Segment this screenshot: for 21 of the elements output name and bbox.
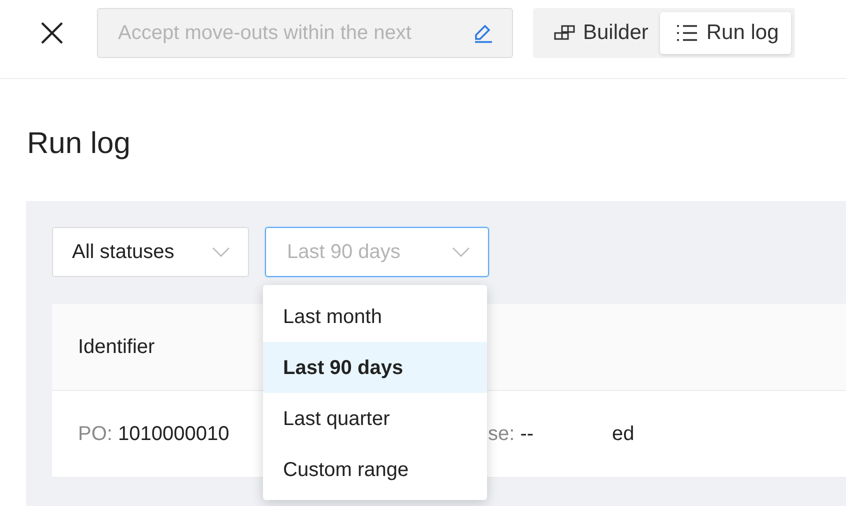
title-field[interactable]: Accept move-outs within the next — [116, 17, 472, 49]
view-tab[interactable]: Builder — [537, 12, 660, 54]
table-cell: se: -- — [488, 423, 534, 445]
page-title: Run log — [27, 126, 132, 162]
menu-option[interactable]: Custom range — [263, 444, 487, 495]
menu-option[interactable]: Last quarter — [263, 393, 487, 444]
menu-option[interactable]: Last month — [263, 291, 487, 342]
date-range-select[interactable]: Last 90 days — [265, 227, 489, 277]
list-icon — [676, 24, 698, 42]
pencil-icon[interactable] — [472, 22, 494, 44]
chevron-down-icon — [212, 247, 230, 257]
table-cell: PO: 1010000010 — [78, 423, 230, 445]
view-tab[interactable]: Run log — [660, 12, 791, 54]
column-header: Identifier — [78, 335, 155, 360]
status-select[interactable]: All statuses — [52, 227, 249, 277]
table-cell: ed — [612, 423, 634, 445]
title-field[interactable]: Accept move-outs within the next — [97, 8, 513, 58]
menu-option[interactable]: Last 90 days — [263, 342, 487, 393]
blocks-icon — [553, 25, 575, 41]
chevron-down-icon — [452, 247, 470, 257]
date-range-field[interactable]: Last 90 days — [285, 236, 452, 268]
